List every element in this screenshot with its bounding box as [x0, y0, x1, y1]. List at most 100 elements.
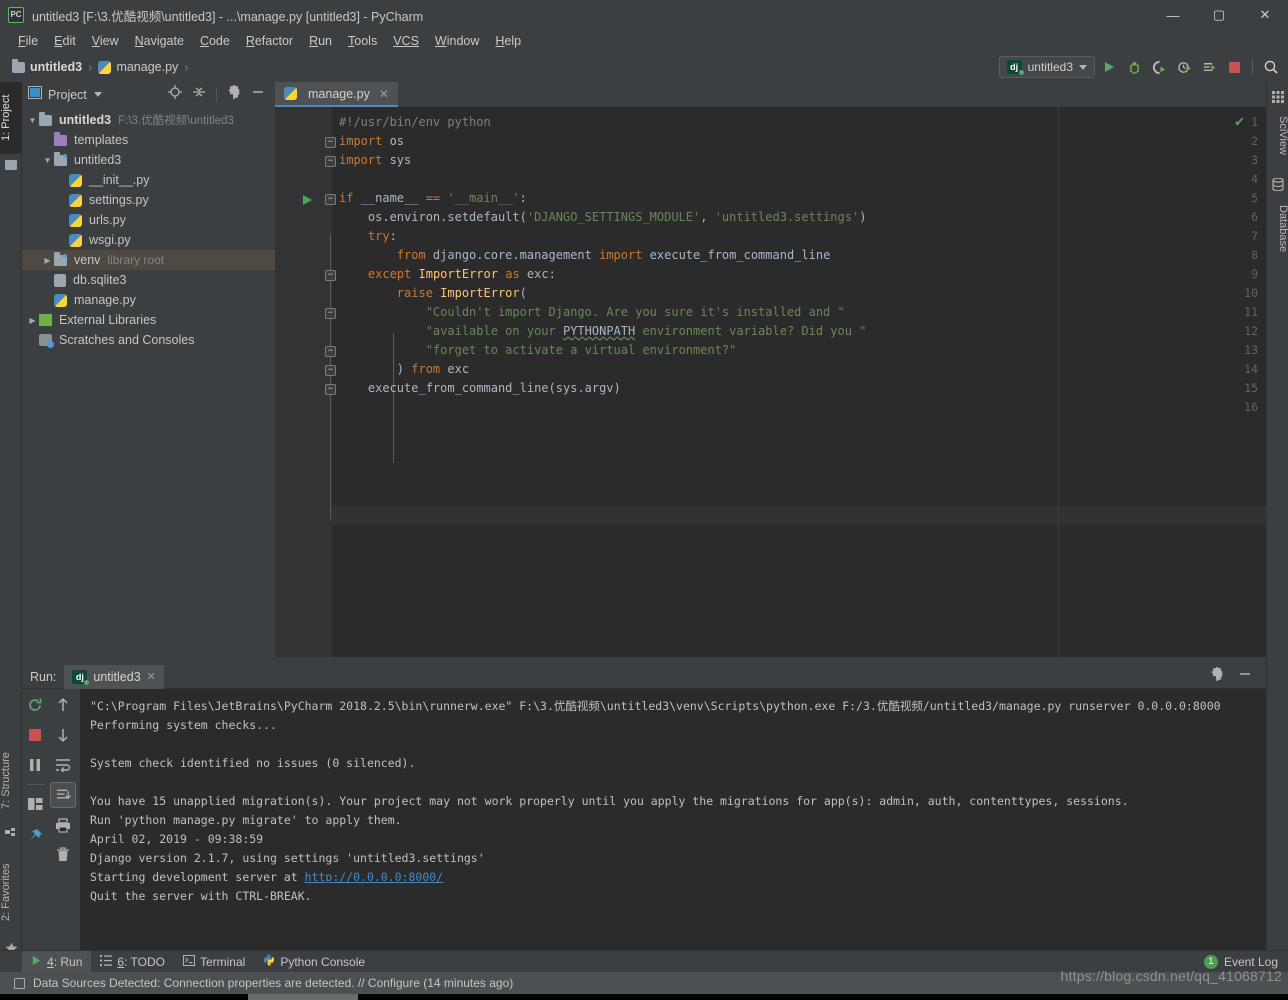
stop-icon[interactable]: [1223, 56, 1245, 78]
run-configuration-selector[interactable]: dj untitled3: [998, 56, 1095, 78]
status-bar-message[interactable]: Data Sources Detected: Connection proper…: [33, 976, 513, 990]
fold-toggle-icon[interactable]: −: [325, 137, 336, 148]
menu-item-code[interactable]: Code: [192, 32, 238, 50]
inspection-status-icon[interactable]: ✔: [1235, 112, 1244, 130]
hide-icon[interactable]: [1238, 667, 1252, 686]
minimize-button[interactable]: —: [1150, 0, 1196, 30]
sidebar-item-structure[interactable]: 7: Structure: [0, 740, 22, 822]
menu-item-help[interactable]: Help: [487, 32, 529, 50]
event-log-area[interactable]: 1 Event Log: [1203, 954, 1288, 969]
tree-item-wsgi-py[interactable]: wsgi.py: [22, 230, 275, 250]
tree-item-untitled3[interactable]: ▼ untitled3 F:\3.优酷视频\untitled3: [22, 110, 275, 130]
chevron-right-icon[interactable]: ▶: [26, 316, 39, 325]
chevron-right-icon[interactable]: ▶: [41, 256, 54, 265]
breadcrumb-project[interactable]: untitled3: [30, 60, 82, 74]
debug-icon[interactable]: [1123, 56, 1145, 78]
notification-icon[interactable]: [14, 977, 25, 989]
code-line[interactable]: try:: [339, 229, 397, 243]
tree-item-urls-py[interactable]: urls.py: [22, 210, 275, 230]
bottom-tab-todo[interactable]: 6: TODO: [91, 951, 174, 973]
fold-toggle-icon[interactable]: −: [325, 346, 336, 357]
code-line[interactable]: #!/usr/bin/env python: [339, 115, 491, 129]
chevron-down-icon[interactable]: ▼: [41, 156, 54, 165]
menu-item-run[interactable]: Run: [301, 32, 340, 50]
code-line[interactable]: "available on your PYTHONPATH environmen…: [339, 324, 867, 338]
menu-item-vcs[interactable]: VCS: [385, 32, 427, 50]
code-line[interactable]: if __name__ == '__main__':: [339, 191, 527, 205]
down-icon[interactable]: [50, 722, 76, 748]
sidebar-item-project[interactable]: 1: Project: [0, 82, 22, 154]
hide-icon[interactable]: [251, 85, 265, 104]
menu-item-tools[interactable]: Tools: [340, 32, 385, 50]
tree-item-templates[interactable]: templates: [22, 130, 275, 150]
bottom-tab-terminal[interactable]: Terminal: [174, 951, 254, 973]
tree-item-untitled3[interactable]: ▼ untitled3: [22, 150, 275, 170]
tree-item-settings-py[interactable]: settings.py: [22, 190, 275, 210]
coverage-icon[interactable]: [1148, 56, 1170, 78]
horizontal-scrollbar-thumb[interactable]: [248, 994, 358, 1000]
gear-icon[interactable]: [227, 85, 241, 104]
code-line[interactable]: os.environ.setdefault('DJANGO_SETTINGS_M…: [339, 210, 867, 224]
breadcrumb-file[interactable]: manage.py: [116, 60, 178, 74]
tree-item-scratches-and-consoles[interactable]: Scratches and Consoles: [22, 330, 275, 350]
code-line[interactable]: "Couldn't import Django. Are you sure it…: [339, 305, 845, 319]
profile-icon[interactable]: [1173, 56, 1195, 78]
fold-toggle-icon[interactable]: −: [325, 384, 336, 395]
run-tab-untitled3[interactable]: dj untitled3 ✕: [64, 664, 164, 689]
run-with-console-icon[interactable]: [1198, 56, 1220, 78]
rerun-icon[interactable]: [22, 692, 48, 718]
collapse-all-icon[interactable]: [192, 85, 206, 104]
soft-wrap-icon[interactable]: [50, 752, 76, 778]
tree-item-venv[interactable]: ▶ venv library root: [22, 250, 275, 270]
locate-icon[interactable]: [168, 85, 182, 104]
close-button[interactable]: ✕: [1242, 0, 1288, 30]
code-line[interactable]: "forget to activate a virtual environmen…: [339, 343, 737, 357]
server-url-link[interactable]: http://0.0.0.0:8000/: [305, 870, 443, 884]
sidebar-item-favorites[interactable]: 2: Favorites: [0, 848, 22, 936]
sidebar-item-sciview[interactable]: SciView: [1267, 106, 1288, 164]
close-icon[interactable]: ✕: [147, 670, 156, 683]
menu-item-window[interactable]: Window: [427, 32, 487, 50]
code-editor[interactable]: 1 #!/usr/bin/env python 2− import os 3− impor…: [275, 107, 1266, 657]
trash-icon[interactable]: [50, 842, 76, 868]
fold-toggle-icon[interactable]: −: [325, 194, 336, 205]
code-line[interactable]: execute_from_command_line(sys.argv): [339, 381, 621, 395]
menu-item-refactor[interactable]: Refactor: [238, 32, 301, 50]
print-icon[interactable]: [50, 812, 76, 838]
fold-toggle-icon[interactable]: −: [325, 156, 336, 167]
layout-icon[interactable]: [22, 791, 48, 817]
code-line[interactable]: import sys: [339, 153, 411, 167]
run-icon[interactable]: [1098, 56, 1120, 78]
stop-icon[interactable]: [22, 722, 48, 748]
tab-manage-py[interactable]: manage.py ✕: [275, 82, 398, 107]
chevron-down-icon[interactable]: ▼: [26, 116, 39, 125]
code-line[interactable]: ) from exc: [339, 362, 469, 376]
tree-item-db-sqlite3[interactable]: db.sqlite3: [22, 270, 275, 290]
event-log-label[interactable]: Event Log: [1224, 955, 1278, 969]
close-icon[interactable]: ✕: [379, 87, 389, 101]
run-console-output[interactable]: "C:\Program Files\JetBrains\PyCharm 2018…: [80, 689, 1266, 950]
scroll-to-end-icon[interactable]: [50, 782, 76, 808]
menu-item-file[interactable]: File: [10, 32, 46, 50]
line-number-gutter[interactable]: [275, 107, 332, 657]
menu-item-navigate[interactable]: Navigate: [127, 32, 192, 50]
maximize-button[interactable]: ▢: [1196, 0, 1242, 30]
up-icon[interactable]: [50, 692, 76, 718]
bottom-tab-python-console[interactable]: Python Console: [254, 951, 374, 973]
tree-item-external-libraries[interactable]: ▶ External Libraries: [22, 310, 275, 330]
code-line[interactable]: import os: [339, 134, 404, 148]
pause-icon[interactable]: [22, 752, 48, 778]
fold-toggle-icon[interactable]: −: [325, 270, 336, 281]
fold-toggle-icon[interactable]: −: [325, 365, 336, 376]
search-icon[interactable]: [1260, 56, 1282, 78]
run-gutter-icon[interactable]: [303, 195, 312, 205]
menu-item-edit[interactable]: Edit: [46, 32, 84, 50]
tree-item--init-py[interactable]: __init__.py: [22, 170, 275, 190]
gear-icon[interactable]: [1210, 667, 1224, 686]
code-line[interactable]: raise ImportError(: [339, 286, 527, 300]
code-line[interactable]: except ImportError as exc:: [339, 267, 556, 281]
pin-icon[interactable]: [22, 823, 48, 849]
tree-item-manage-py[interactable]: manage.py: [22, 290, 275, 310]
menu-item-view[interactable]: View: [84, 32, 127, 50]
code-line[interactable]: from django.core.management import execu…: [339, 248, 831, 262]
